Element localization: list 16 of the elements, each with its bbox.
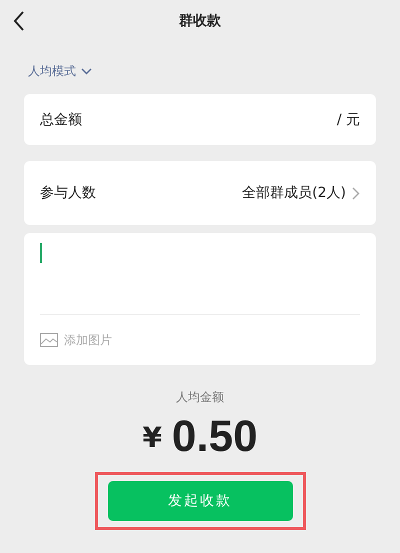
unit-label: / 元: [336, 110, 360, 128]
back-icon[interactable]: [12, 10, 26, 32]
field-label: 参与人数: [40, 184, 97, 202]
image-icon: [40, 333, 58, 347]
submit-button[interactable]: 发起收款: [108, 481, 292, 521]
currency-symbol: ¥: [142, 420, 162, 454]
chevron-down-icon: [81, 68, 92, 74]
mode-dropdown[interactable]: 人均模式: [28, 60, 92, 82]
field-label: 总金额: [40, 110, 83, 128]
participants-row[interactable]: 参与人数 全部群成员(2人): [24, 161, 376, 225]
summary-label: 人均金额: [176, 389, 224, 406]
total-amount-field[interactable]: 总金额 / 元: [24, 94, 376, 145]
chevron-icon: [352, 186, 360, 200]
page-title: 群收款: [179, 12, 221, 30]
amount-value: 0.50: [172, 412, 258, 462]
participants-value: 全部群成员(2人): [242, 184, 346, 202]
